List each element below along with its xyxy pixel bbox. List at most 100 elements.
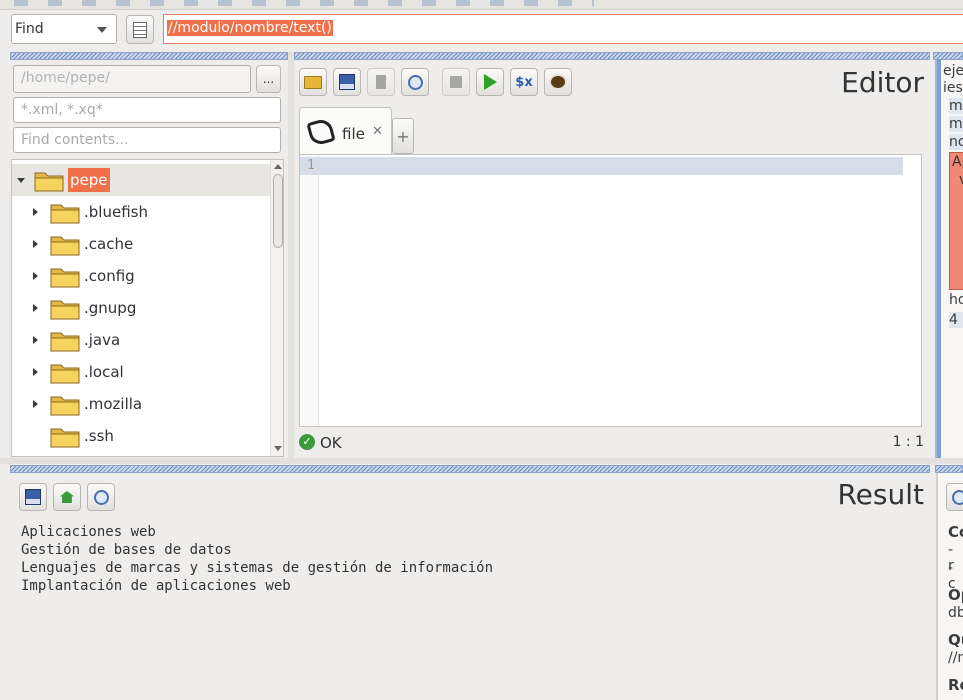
expand-arrow-icon[interactable]: [33, 336, 38, 344]
find-button[interactable]: [401, 68, 429, 96]
path-field[interactable]: /home/pepe/: [13, 65, 251, 93]
files-panel-handle[interactable]: [10, 52, 288, 60]
right-frag-2: ies: [943, 80, 963, 96]
tree-item[interactable]: .mozilla: [12, 388, 270, 420]
tree-item[interactable]: .config: [12, 260, 270, 292]
close-tab-icon[interactable]: ✕: [372, 124, 383, 139]
magnifier-icon: [407, 74, 423, 90]
tree-item[interactable]: .bluefish: [12, 196, 270, 228]
bug-icon: [551, 76, 565, 88]
scroll-thumb[interactable]: [273, 174, 283, 248]
save-button[interactable]: [333, 68, 361, 96]
info-panel-handle[interactable]: [935, 465, 963, 473]
code-editor[interactable]: 1: [299, 154, 922, 427]
document-icon: [133, 21, 147, 38]
result-title: Result: [837, 478, 924, 511]
tree-item-label: .bluefish: [84, 203, 148, 221]
tree-item-label: .config: [84, 267, 135, 285]
editor-panel-handle[interactable]: [294, 52, 930, 60]
filter-field[interactable]: *.xml, *.xq*: [13, 97, 281, 123]
expand-arrow-icon[interactable]: [33, 208, 38, 216]
folder-icon: [50, 394, 80, 416]
open-button[interactable]: [299, 68, 327, 96]
info-frag-6: Qu: [948, 631, 963, 649]
folder-icon: [50, 426, 80, 448]
tree-scrollbar[interactable]: [270, 160, 283, 456]
expand-arrow-icon[interactable]: [33, 400, 38, 408]
folder-icon: [50, 266, 80, 288]
result-panel-handle[interactable]: [10, 465, 930, 473]
cursor-position: 1 : 1: [892, 434, 924, 450]
result-home-button[interactable]: [53, 483, 81, 511]
status-text: OK: [320, 434, 342, 452]
editor-tab[interactable]: file ✕: [299, 107, 392, 155]
line-number: 1: [307, 158, 315, 173]
right-panel-handle[interactable]: [933, 52, 963, 60]
right-frag-1: eje: [943, 63, 963, 79]
tree-item[interactable]: pepe: [12, 164, 270, 196]
result-find-button[interactable]: [87, 483, 115, 511]
debug-button[interactable]: [544, 68, 572, 96]
run-button[interactable]: [476, 68, 504, 96]
expand-arrow-icon[interactable]: [33, 240, 38, 248]
home-icon: [60, 491, 74, 503]
right-frag-6: Ap: [952, 154, 963, 170]
info-frag-8: Re: [948, 676, 963, 694]
variables-button[interactable]: $x: [510, 68, 538, 96]
toolbar-icon-strip[interactable]: [14, 0, 594, 6]
tree-item-label: pepe: [68, 168, 110, 192]
info-find-button[interactable]: [946, 483, 963, 511]
vertical-splitter[interactable]: [288, 52, 294, 458]
horizontal-splitter[interactable]: [0, 458, 963, 464]
search-mode-select[interactable]: Find: [11, 14, 117, 44]
result-output[interactable]: Aplicaciones web Gestión de bases de dat…: [21, 523, 921, 595]
magnifier-icon: [93, 489, 109, 505]
xpath-query-input[interactable]: //modulo/nombre/text(): [163, 14, 963, 44]
expand-arrow-icon[interactable]: [33, 272, 38, 280]
tree-item-label: .gnupg: [84, 299, 137, 317]
browse-label: ...: [262, 72, 275, 86]
right-frag-7: v: [959, 172, 963, 188]
plus-icon: +: [396, 126, 410, 146]
scroll-down-arrow-icon[interactable]: [274, 446, 282, 451]
expand-arrow-icon[interactable]: [33, 368, 38, 376]
variable-icon: $x: [515, 74, 533, 90]
scroll-up-arrow-icon[interactable]: [274, 164, 282, 169]
info-frag-7: //n: [948, 650, 963, 666]
new-tab-button[interactable]: +: [392, 118, 414, 154]
query-text: //modulo/nombre/text(): [167, 20, 333, 36]
folder-icon: [50, 202, 80, 224]
info-frag-5: db: [948, 605, 963, 621]
folder-icon: [50, 330, 80, 352]
file-tree[interactable]: pepe .bluefish .cache .config .gnupg .java .lo…: [11, 159, 284, 457]
tree-item[interactable]: .gnupg: [12, 292, 270, 324]
folder-icon: [50, 298, 80, 320]
right-panel: eje ies mo m no Ap v ho 4: [935, 60, 963, 458]
tree-item-label: .ssh: [84, 427, 114, 445]
result-line: Lenguajes de marcas y sistemas de gestió…: [21, 560, 494, 576]
document-button[interactable]: [126, 15, 154, 44]
close-document-button[interactable]: [367, 68, 395, 96]
tree-item[interactable]: .java: [12, 324, 270, 356]
tree-item-label: .cache: [84, 235, 134, 253]
open-folder-icon: [304, 75, 322, 89]
folder-icon: [50, 362, 80, 384]
ok-check-icon: ✓: [299, 434, 315, 450]
search-mode-value: Find: [15, 21, 44, 37]
tree-item[interactable]: .ssh: [12, 420, 270, 452]
tree-item-label: .mozilla: [84, 395, 143, 413]
browse-button[interactable]: ...: [256, 65, 281, 93]
tree-item[interactable]: .cache: [12, 228, 270, 260]
expand-arrow-icon[interactable]: [33, 304, 38, 312]
tree-item-label: .java: [84, 331, 121, 349]
tab-label: file: [342, 125, 365, 143]
result-line: Aplicaciones web: [21, 524, 156, 540]
folder-icon: [50, 234, 80, 256]
result-save-button[interactable]: [19, 483, 47, 511]
expanded-arrow-icon[interactable]: [17, 178, 25, 183]
right-frag-8: ho: [949, 292, 963, 308]
tree-item[interactable]: .local: [12, 356, 270, 388]
save-icon: [25, 489, 41, 505]
find-contents-field[interactable]: Find contents...: [13, 127, 281, 153]
stop-button[interactable]: [442, 68, 470, 96]
